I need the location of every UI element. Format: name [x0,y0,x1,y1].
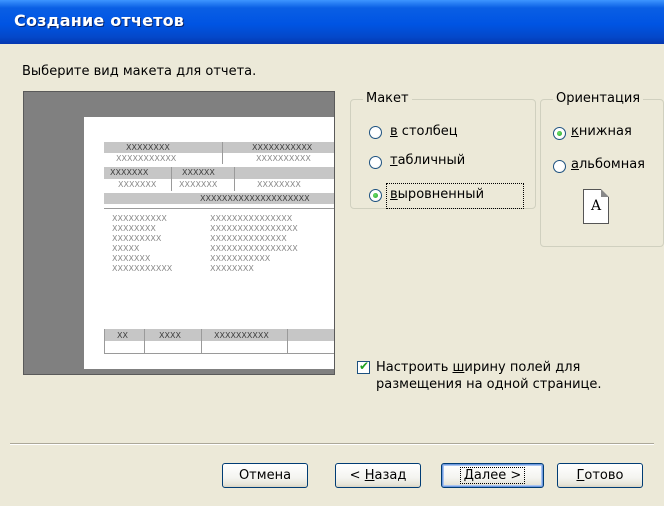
preview-divider [287,329,288,353]
preview-page: XXXXXXXX XXXXXXXXXXX XXXXXXXXXXX XXXXXXX… [84,117,334,369]
back-button[interactable]: < Назад [335,463,421,488]
orientation-landscape-label[interactable]: альбомная [571,157,645,172]
preview-detail-left: XXXXXXXXX [112,234,162,243]
preview-group-cell: XXXXXX [182,168,215,177]
preview-rule [104,353,334,354]
preview-detail-right: XXXXXXXXXXX [210,254,271,263]
layout-option-columnar-label[interactable]: в столбец [390,124,458,139]
page-orientation-icon: A [583,189,609,224]
orientation-group-legend: Ориентация [553,91,644,106]
preview-detail-right: XXXXXXXXXXXXXXXX [210,244,298,253]
window-title: Создание отчетов [14,11,185,30]
preview-header-cell: XXXXXXXXXXX [116,154,177,163]
next-button[interactable]: Далее > [441,463,544,488]
layout-preview: XXXXXXXX XXXXXXXXXXX XXXXXXXXXXX XXXXXXX… [23,91,335,375]
fit-width-label[interactable]: Настроить ширину полей для размещения на… [376,359,602,393]
preview-divider [104,329,105,353]
orientation-portrait-label[interactable]: книжная [571,124,632,139]
preview-group-cell: XXXXXXXX [257,180,301,189]
preview-detail-right: XXXXXXXXXXXXXXX [210,214,293,223]
layout-option-tabular-label[interactable]: табличный [390,153,465,168]
layout-option-justified-label[interactable]: выровненный [390,187,484,202]
preview-header-cell: XXXXXXXX [126,143,170,152]
preview-header-cell: XXXXXXXXXX [256,154,311,163]
layout-option-columnar-radio[interactable] [369,126,382,139]
preview-detail-left: XXXXXXXXXXX [112,264,173,273]
fit-width-checkbox[interactable] [357,359,370,374]
preview-group-cell: XXXXXXX [110,168,149,177]
page-icon-letter: A [590,198,602,214]
layout-option-justified-radio[interactable] [369,189,382,202]
instruction-text: Выберите вид макета для отчета. [22,64,257,79]
preview-divider [234,167,235,191]
orientation-portrait-radio[interactable] [553,127,566,140]
finish-button[interactable]: Готово [557,463,643,488]
preview-footer-cell: XX [117,331,128,340]
preview-rule [104,208,334,209]
preview-detail-right: XXXXXXXX [210,264,254,273]
title-bar[interactable]: Создание отчетов [0,0,664,44]
orientation-landscape-radio[interactable] [553,160,566,173]
layout-group-legend: Макет [363,91,412,106]
preview-detail-left: XXXXXXXX [112,224,156,233]
preview-divider [144,329,145,353]
report-wizard-dialog: Создание отчетов Выберите вид макета для… [0,0,664,506]
preview-footer-cell: XXXX [159,331,181,340]
preview-divider [222,142,223,164]
preview-header-cell: XXXXXXXXXXX [252,143,313,152]
page-fold-icon [601,189,609,197]
preview-detail-left: XXXXXXXXXX [112,214,167,223]
button-separator [10,443,654,445]
layout-option-tabular-radio[interactable] [369,156,382,169]
preview-group-bar-text: XXXXXXXXXXXXXXXXXXXX [200,194,310,203]
preview-detail-left: XXXXXXX [112,254,151,263]
orientation-groupbox [540,99,664,247]
preview-group-cell: XXXXXXX [179,180,218,189]
preview-footer-cell: XXXXXXXXXX [214,331,269,340]
preview-detail-right: XXXXXXXXXXXXXXXX [210,224,298,233]
preview-detail-right: XXXXXXXXXXXXXX [210,234,287,243]
cancel-button[interactable]: Отмена [222,463,308,488]
preview-divider [171,167,172,191]
preview-group-cell: XXXXXXX [118,180,157,189]
preview-divider [201,329,202,353]
preview-detail-left: XXXXX [112,244,140,253]
